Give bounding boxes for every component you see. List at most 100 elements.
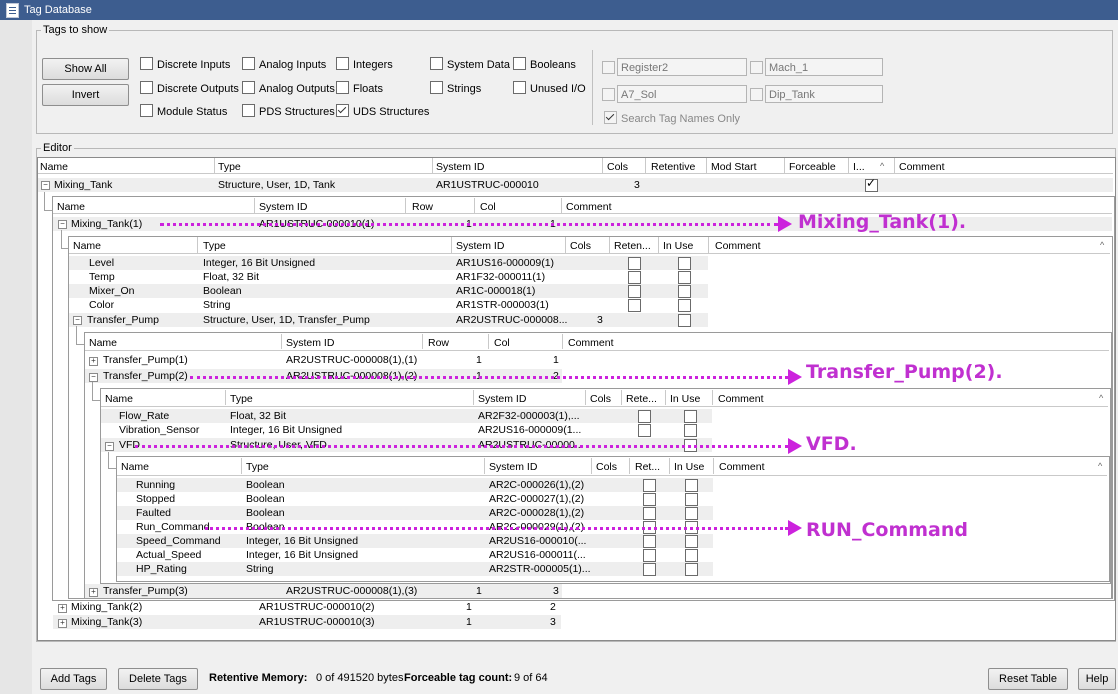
header-forceable[interactable]: Forceable bbox=[789, 161, 836, 173]
checkbox-box[interactable] bbox=[430, 81, 443, 94]
checkbox-box[interactable] bbox=[336, 81, 349, 94]
retentive-checkbox[interactable] bbox=[628, 285, 641, 298]
header-retentive[interactable]: Retentive bbox=[651, 161, 695, 173]
header-col[interactable]: Col bbox=[494, 337, 510, 349]
search-tag-names-only-checkbox[interactable]: Search Tag Names Only bbox=[604, 111, 740, 125]
header-type[interactable]: Type bbox=[230, 393, 253, 405]
add-tags-button[interactable]: Add Tags bbox=[40, 668, 107, 690]
header-name[interactable]: Name bbox=[73, 240, 101, 252]
table-row[interactable] bbox=[69, 284, 708, 298]
checkbox-box[interactable] bbox=[750, 61, 763, 74]
retentive-checkbox[interactable] bbox=[643, 549, 656, 562]
checkbox-box[interactable] bbox=[602, 61, 615, 74]
table-row[interactable] bbox=[117, 492, 713, 506]
retentive-checkbox[interactable] bbox=[643, 563, 656, 576]
header-name[interactable]: Name bbox=[105, 393, 133, 405]
table-row[interactable] bbox=[69, 256, 708, 270]
table-row-transfer-pump[interactable] bbox=[69, 313, 708, 327]
header-comment[interactable]: Comment bbox=[566, 201, 612, 213]
in-use-checkbox[interactable] bbox=[678, 257, 691, 270]
invert-button[interactable]: Invert bbox=[42, 84, 129, 106]
retentive-checkbox[interactable] bbox=[643, 535, 656, 548]
checkbox-unused-io[interactable]: Unused I/O bbox=[513, 81, 586, 95]
collapse-icon[interactable]: − bbox=[105, 442, 114, 451]
help-button[interactable]: Help bbox=[1078, 668, 1116, 690]
in-use-checkbox[interactable] bbox=[678, 299, 691, 312]
header-retentive[interactable]: Rete... bbox=[626, 393, 657, 405]
checkbox-box[interactable] bbox=[513, 57, 526, 70]
header-row[interactable]: Row bbox=[428, 337, 449, 349]
header-system-id[interactable]: System ID bbox=[478, 393, 526, 405]
collapse-up-icon[interactable]: ^ bbox=[1099, 393, 1103, 403]
checkbox-floats[interactable]: Floats bbox=[336, 81, 383, 95]
retentive-checkbox[interactable] bbox=[643, 507, 656, 520]
checkbox-uds-structures[interactable]: UDS Structures bbox=[336, 104, 429, 118]
header-comment[interactable]: Comment bbox=[568, 337, 614, 349]
checkbox-strings[interactable]: Strings bbox=[430, 81, 481, 95]
retentive-checkbox[interactable] bbox=[628, 299, 641, 312]
header-in-use[interactable]: In Use bbox=[670, 393, 700, 405]
header-retentive[interactable]: Reten... bbox=[614, 240, 651, 252]
checkbox-box[interactable] bbox=[242, 57, 255, 70]
header-row[interactable]: Row bbox=[412, 201, 433, 213]
collapse-icon[interactable]: − bbox=[41, 181, 50, 190]
show-all-button[interactable]: Show All bbox=[42, 58, 129, 80]
checkbox-discrete-outputs[interactable]: Discrete Outputs bbox=[140, 81, 239, 95]
checkbox-box[interactable] bbox=[336, 57, 349, 70]
checkbox-module-status[interactable]: Module Status bbox=[140, 104, 227, 118]
checkbox-booleans[interactable]: Booleans bbox=[513, 57, 576, 71]
in-use-checkbox[interactable] bbox=[678, 314, 691, 327]
expand-icon[interactable]: + bbox=[89, 357, 98, 366]
header-retentive[interactable]: Ret... bbox=[635, 461, 660, 473]
header-mod-start[interactable]: Mod Start bbox=[711, 161, 757, 173]
header-system-id[interactable]: System ID bbox=[259, 201, 307, 213]
in-use-checkbox[interactable] bbox=[678, 271, 691, 284]
header-comment[interactable]: Comment bbox=[719, 461, 765, 473]
header-type[interactable]: Type bbox=[246, 461, 269, 473]
table-row[interactable] bbox=[117, 562, 713, 576]
retentive-checkbox[interactable] bbox=[638, 410, 651, 423]
checkbox-analog-outputs[interactable]: Analog Outputs bbox=[242, 81, 335, 95]
header-in-use[interactable]: In Use bbox=[674, 461, 704, 473]
checkbox-box[interactable] bbox=[750, 88, 763, 101]
collapse-up-icon[interactable]: ^ bbox=[1098, 461, 1102, 471]
retentive-checkbox[interactable] bbox=[628, 271, 641, 284]
table-row[interactable] bbox=[69, 298, 708, 312]
in-use-checkbox[interactable] bbox=[684, 410, 697, 423]
expand-icon[interactable]: + bbox=[58, 604, 67, 613]
header-system-id[interactable]: System ID bbox=[489, 461, 537, 473]
header-col[interactable]: Col bbox=[480, 201, 496, 213]
retentive-checkbox[interactable] bbox=[643, 479, 656, 492]
header-cols[interactable]: Cols bbox=[596, 461, 617, 473]
checkbox-box[interactable] bbox=[604, 111, 617, 124]
header-cols[interactable]: Cols bbox=[607, 161, 628, 173]
header-system-id[interactable]: System ID bbox=[286, 337, 334, 349]
checkbox-system-data[interactable]: System Data bbox=[430, 57, 510, 71]
header-system-id[interactable]: System ID bbox=[436, 161, 484, 173]
checkbox-box[interactable] bbox=[140, 104, 153, 117]
header-cols[interactable]: Cols bbox=[570, 240, 591, 252]
checkbox-box[interactable] bbox=[513, 81, 526, 94]
in-use-checkbox[interactable] bbox=[684, 424, 697, 437]
checkbox-box[interactable] bbox=[602, 88, 615, 101]
retentive-checkbox[interactable] bbox=[643, 493, 656, 506]
checkbox-box[interactable] bbox=[242, 81, 255, 94]
delete-tags-button[interactable]: Delete Tags bbox=[118, 668, 198, 690]
in-use-checkbox[interactable] bbox=[685, 549, 698, 562]
header-comment[interactable]: Comment bbox=[899, 161, 945, 173]
expand-icon[interactable]: + bbox=[89, 588, 98, 597]
header-cols[interactable]: Cols bbox=[590, 393, 611, 405]
table-row[interactable] bbox=[69, 270, 708, 284]
filter-diptank-field[interactable]: Dip_Tank bbox=[765, 85, 883, 103]
checkbox-box[interactable] bbox=[336, 104, 349, 117]
checkbox-box[interactable] bbox=[140, 57, 153, 70]
header-name[interactable]: Name bbox=[89, 337, 117, 349]
checkbox-discrete-inputs[interactable]: Discrete Inputs bbox=[140, 57, 230, 71]
in-use-checkbox[interactable] bbox=[685, 493, 698, 506]
filter-register2-field[interactable]: Register2 bbox=[617, 58, 747, 76]
header-name[interactable]: Name bbox=[57, 201, 85, 213]
collapse-icon[interactable]: − bbox=[89, 373, 98, 382]
checkbox-integers[interactable]: Integers bbox=[336, 57, 393, 71]
table-row-mixing-tank[interactable] bbox=[38, 178, 1113, 192]
checkbox-box[interactable] bbox=[140, 81, 153, 94]
